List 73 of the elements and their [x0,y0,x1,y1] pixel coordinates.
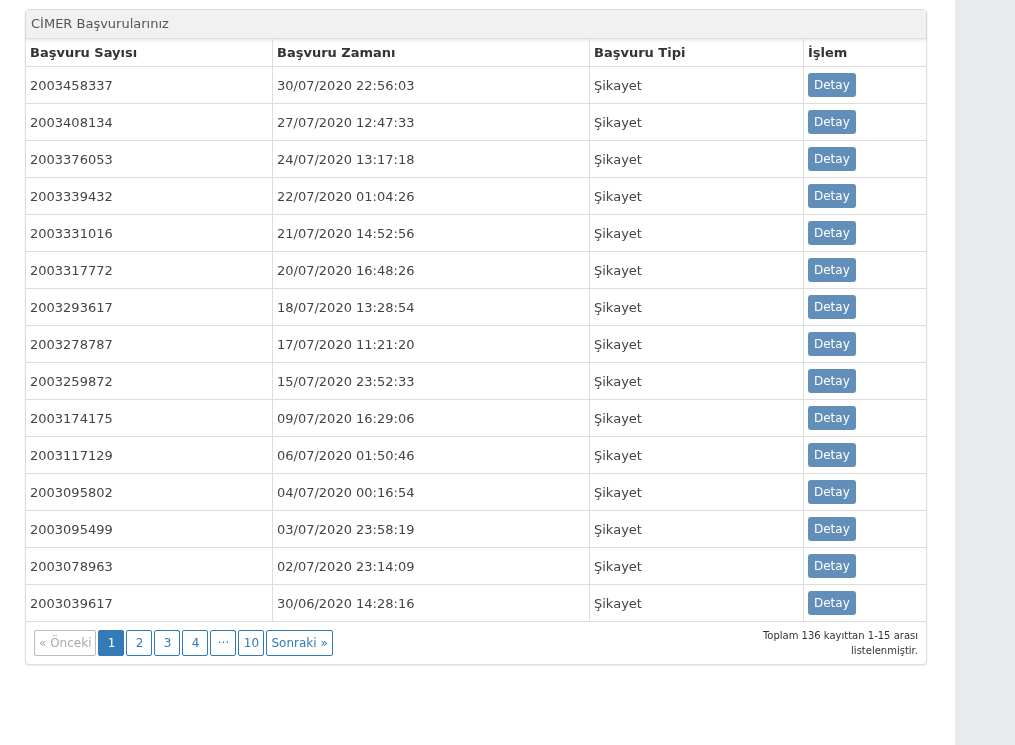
table-cell: Şikayet [589,399,804,437]
page-button[interactable]: 1 [98,630,125,656]
table-cell: Şikayet [589,66,804,104]
table-cell: 18/07/2020 13:28:54 [272,288,590,326]
table-cell: 06/07/2020 01:50:46 [272,436,590,474]
table-cell: 2003117129 [26,436,273,474]
detail-button[interactable]: Detay [808,258,856,282]
column-header: Başvuru Tipi [589,39,804,67]
detail-button[interactable]: Detay [808,517,856,541]
table-cell: 2003458337 [26,66,273,104]
table-cell: Şikayet [589,584,804,622]
table-cell: 21/07/2020 14:52:56 [272,214,590,252]
detail-button[interactable]: Detay [808,480,856,504]
table-cell: Şikayet [589,140,804,178]
table-cell: 2003078963 [26,547,273,585]
table-cell: Şikayet [589,177,804,215]
table-cell: 09/07/2020 16:29:06 [272,399,590,437]
page-button[interactable]: Sonraki » [266,630,333,656]
table-cell: 20/07/2020 16:48:26 [272,251,590,289]
table-cell: 22/07/2020 01:04:26 [272,177,590,215]
page-button[interactable]: 4 [182,630,209,656]
table-cell: 30/07/2020 22:56:03 [272,66,590,104]
table-cell: 15/07/2020 23:52:33 [272,362,590,400]
detail-button[interactable]: Detay [808,147,856,171]
table-cell: Şikayet [589,436,804,474]
table-cell: Şikayet [589,251,804,289]
table-cell: 2003095499 [26,510,273,548]
table-cell: 2003408134 [26,103,273,141]
table-cell: 2003259872 [26,362,273,400]
detail-button[interactable]: Detay [808,443,856,467]
table-cell: Şikayet [589,362,804,400]
table-cell: Şikayet [589,510,804,548]
table-cell: Şikayet [589,214,804,252]
table-cell: Şikayet [589,473,804,511]
table-cell: 2003317772 [26,251,273,289]
table-cell: 03/07/2020 23:58:19 [272,510,590,548]
page-button[interactable]: 10 [238,630,265,656]
summary-text: Toplam 136 kayıttan 1-15 arası listelenmiştir. [761,629,918,658]
table-cell: 17/07/2020 11:21:20 [272,325,590,363]
table-cell: 2003095802 [26,473,273,511]
detail-button[interactable]: Detay [808,332,856,356]
table-cell: 2003039617 [26,584,273,622]
page-button[interactable]: 3 [154,630,181,656]
detail-button[interactable]: Detay [808,406,856,430]
table-cell: 04/07/2020 00:16:54 [272,473,590,511]
table-cell: Şikayet [589,103,804,141]
detail-button[interactable]: Detay [808,369,856,393]
detail-button[interactable]: Detay [808,554,856,578]
column-header: Başvuru Sayısı [26,39,273,67]
table-cell: 2003331016 [26,214,273,252]
detail-button[interactable]: Detay [808,184,856,208]
panel-title: CİMER Başvurularınız [26,10,926,39]
detail-button[interactable]: Detay [808,591,856,615]
table-cell: 2003278787 [26,325,273,363]
table-cell: Şikayet [589,325,804,363]
table-cell: 30/06/2020 14:28:16 [272,584,590,622]
table-cell: 2003174175 [26,399,273,437]
detail-button[interactable]: Detay [808,73,856,97]
table-cell: 02/07/2020 23:14:09 [272,547,590,585]
detail-button[interactable]: Detay [808,295,856,319]
table-cell: 2003376053 [26,140,273,178]
detail-button[interactable]: Detay [808,221,856,245]
table-cell: 24/07/2020 13:17:18 [272,140,590,178]
column-header: İşlem [803,39,926,67]
table-cell: 2003293617 [26,288,273,326]
detail-button[interactable]: Detay [808,110,856,134]
table-cell: 2003339432 [26,177,273,215]
page-button[interactable]: ··· [210,630,237,656]
table-cell: 27/07/2020 12:47:33 [272,103,590,141]
table-cell: Şikayet [589,288,804,326]
column-header: Başvuru Zamanı [272,39,590,67]
page-button[interactable]: 2 [126,630,153,656]
table-cell: Şikayet [589,547,804,585]
